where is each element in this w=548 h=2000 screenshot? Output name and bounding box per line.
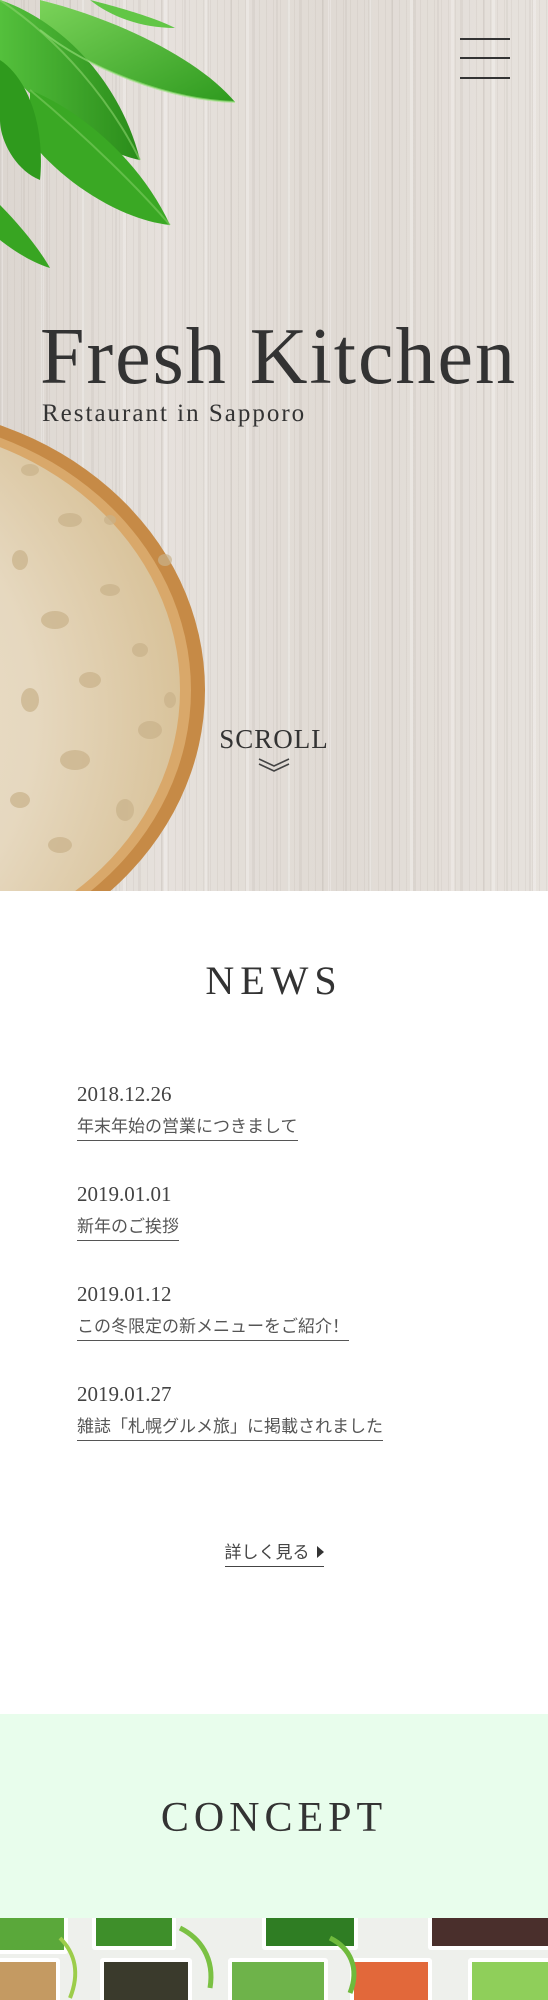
read-more-label: 詳しく見る [224,1543,310,1563]
news-item: 2019.01.01 新年のご挨拶 [77,1181,383,1281]
scroll-button[interactable]: SCROLL [204,724,344,773]
news-item: 2018.12.26 年末年始の営業につきまして [77,1081,383,1181]
triangle-right-icon [316,1546,324,1558]
scroll-label: SCROLL [219,724,329,754]
concept-heading: CONCEPT [160,1795,388,1841]
vegetable-trays-image [0,1918,548,2000]
news-date: 2019.01.12 [77,1282,172,1306]
news-item: 2019.01.12 この冬限定の新メニューをご紹介！ [77,1281,383,1381]
news-link[interactable]: この冬限定の新メニューをご紹介！ [77,1315,349,1341]
news-item: 2019.01.27 雑誌「札幌グルメ旅」に掲載されました [77,1381,383,1481]
concept-section: CONCEPT [0,1714,548,1918]
site-title: Fresh Kitchen [40,313,518,401]
read-more-link[interactable]: 詳しく見る [224,1541,324,1567]
news-link[interactable]: 新年のご挨拶 [77,1215,179,1241]
vegetable-trays-illustration [0,1918,548,2000]
site-subtitle: Restaurant in Sapporo [42,400,307,427]
double-chevron-down-icon [258,758,290,772]
news-date: 2019.01.27 [77,1382,172,1406]
news-heading: NEWS [205,958,343,1003]
menu-bar [460,38,510,40]
news-link[interactable]: 雑誌「札幌グルメ旅」に掲載されました [77,1415,383,1441]
news-date: 2018.12.26 [77,1082,172,1106]
menu-bar [460,57,510,59]
news-link[interactable]: 年末年始の営業につきまして [77,1115,298,1141]
hero-section: Fresh Kitchen Restaurant in Sapporo SCRO… [0,0,548,891]
news-section: NEWS 2018.12.26 年末年始の営業につきまして 2019.01.01… [0,891,548,1714]
hamburger-menu-icon[interactable] [460,37,510,81]
news-date: 2019.01.01 [77,1182,172,1206]
news-list: 2018.12.26 年末年始の営業につきまして 2019.01.01 新年のご… [77,1081,383,1481]
more-link-wrapper: 詳しく見る [0,1541,548,1567]
menu-bar [460,77,510,79]
